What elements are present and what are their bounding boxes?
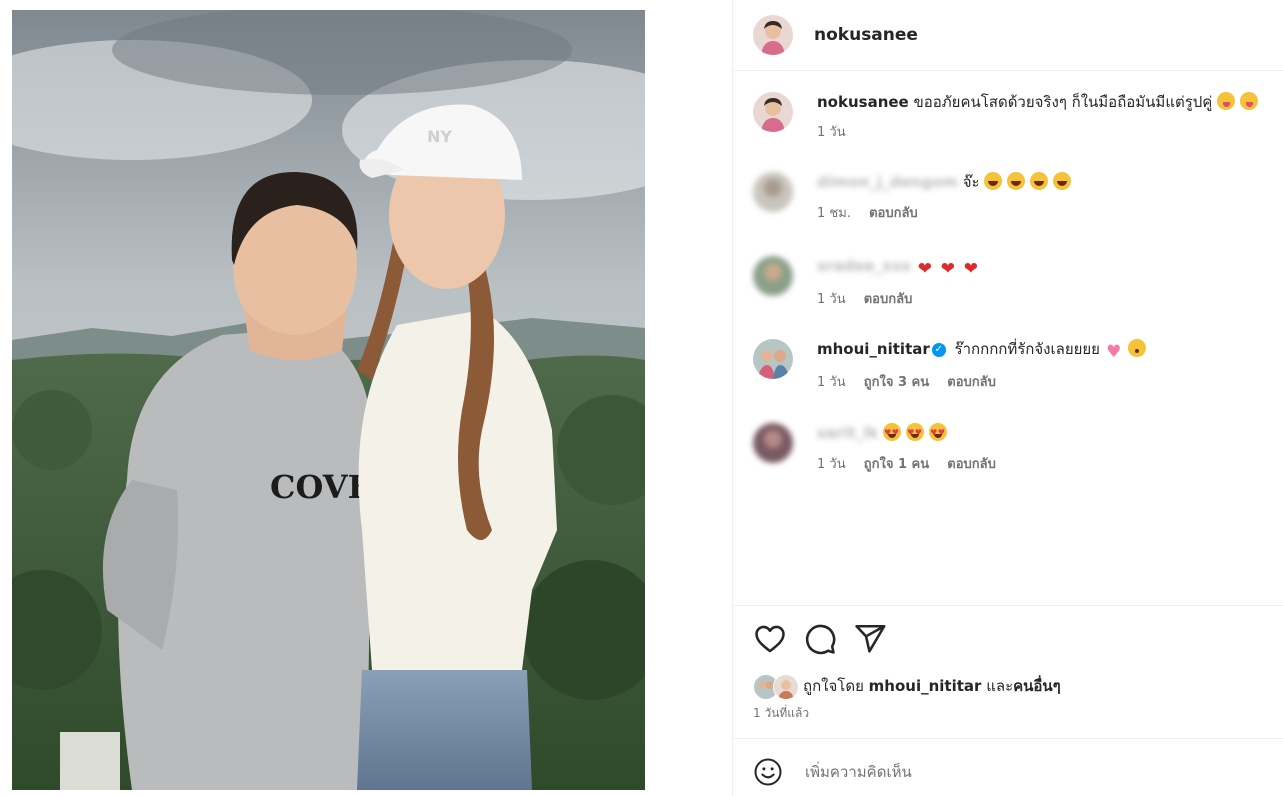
red-heart-emoji-icon: ❤ [940,259,955,279]
author-username[interactable]: nokusanee [814,25,918,45]
liked-by-prefix: ถูกใจโดย [803,677,864,695]
commenter-username[interactable]: mhoui_nititar [817,340,930,358]
comment-text: จ๊ะ [962,173,980,191]
liked-by-others[interactable]: คนอื่นๆ [1013,674,1061,698]
post-header: nokusanee [733,0,1283,71]
caption-time[interactable]: 1 วัน [817,125,846,140]
comment-time[interactable]: 1 วัน [817,457,846,472]
comment-box-divider [733,738,1283,739]
comment-likes-count[interactable]: ถูกใจ 1 คน [864,457,929,472]
reply-button[interactable]: ตอบกลับ [947,457,996,472]
post-image: COVER NY [12,10,645,790]
comment-time[interactable]: 1 วัน [817,292,846,307]
reply-button[interactable]: ตอบกลับ [864,292,913,307]
add-comment-bar: เพิ่มความคิดเห็น [753,756,1263,788]
action-bar [753,622,903,656]
heart-eyes-emoji-icon [929,423,948,443]
commenter-avatar[interactable] [753,423,793,463]
commenter-username[interactable]: sradee_xxx [817,256,911,276]
laughing-emoji-icon [984,172,1003,190]
heart-eyes-emoji-icon [883,423,902,443]
caption-username[interactable]: nokusanee [817,93,909,111]
svg-text:NY: NY [427,127,452,146]
pink-heart-emoji-icon: ♥ [1106,342,1122,362]
comment-time[interactable]: 1 ชม. [817,206,851,221]
smiley-icon[interactable] [753,757,783,787]
laughing-emoji-icon [1030,172,1049,190]
liked-by-joiner: และ [986,677,1014,695]
laughing-emoji-icon [1007,172,1026,190]
comment-time[interactable]: 1 วัน [817,375,846,390]
reply-button[interactable]: ตอบกลับ [947,375,996,390]
comment-text: ร๊ากกกกที่รักจังเลยยยย [954,340,1100,358]
kissing-face-emoji-icon [1127,339,1146,357]
liker-avatars [753,674,801,700]
commenter-avatar[interactable] [753,256,793,296]
liked-by-user[interactable]: mhoui_nititar [869,677,982,695]
share-icon[interactable] [853,622,887,656]
comment-icon[interactable] [803,622,837,656]
comment-input[interactable]: เพิ่มความคิดเห็น [805,760,912,784]
red-heart-emoji-icon: ❤ [917,259,932,279]
caption-text: ขออภัยคนโสดด้วยจริงๆ ก็ในมือถือมันมีแต่ร… [913,93,1213,111]
commenter-username[interactable]: sarit_lk [817,423,878,443]
liker-avatar[interactable] [773,674,799,700]
commenter-avatar[interactable] [753,172,793,212]
post-side-panel: nokusanee nokusanee ขออภัยคนโสดด้วยจริงๆ… [733,0,1283,796]
heart-eyes-emoji-icon [906,423,925,443]
winking-tongue-emoji-icon [1217,92,1236,110]
author-avatar[interactable] [753,15,793,55]
post-photo[interactable]: COVER NY [12,10,645,790]
verified-badge-icon: ✓ [931,342,946,357]
actions-divider [733,605,1283,606]
heart-icon[interactable] [753,622,787,656]
laughing-emoji-icon [1053,172,1072,190]
comment-likes-count[interactable]: ถูกใจ 3 คน [864,375,929,390]
caption-avatar[interactable] [753,92,793,132]
liked-by: ถูกใจโดย mhoui_nititar และ คนอื่นๆ [753,674,1061,700]
winking-tongue-emoji-icon [1240,92,1259,110]
posted-time[interactable]: 1 วันที่แล้ว [753,704,809,723]
red-heart-emoji-icon: ❤ [963,259,978,279]
commenter-avatar[interactable] [753,339,793,379]
reply-button[interactable]: ตอบกลับ [869,206,918,221]
commenter-username[interactable]: dimon_j_dengom [817,172,958,192]
